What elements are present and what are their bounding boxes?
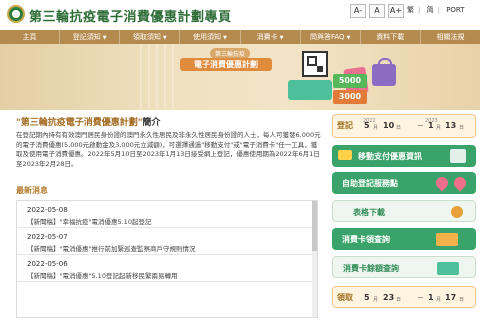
nav-label: 資料下載 [376, 33, 405, 41]
site-header: 第三輪抗疫電子消費優惠計劃專頁 A- A A+ 繁 | 简 | PORT [0, 0, 480, 30]
start-month: 5 [364, 293, 370, 302]
news-headline[interactable]: 【新聞稿】"電消優惠"推行前加緊巡查監察商戶守規則情況 [27, 243, 307, 253]
button-label: 表格下載 [353, 208, 385, 217]
qr-code-icon [302, 51, 328, 77]
nav-label: 相關法規 [436, 33, 465, 41]
day-unit: 日 [459, 297, 465, 303]
payment-card-icon [437, 262, 459, 275]
end-month: 1 [428, 121, 434, 130]
nav-label: 登記須知 [72, 33, 101, 41]
chevron-down-icon: ▼ [279, 35, 284, 41]
end-month: 1 [428, 293, 434, 302]
map-pin-icon [451, 174, 469, 192]
button-label: 消費卡領查詢 [342, 235, 390, 244]
font-decrease-button[interactable]: A- [350, 4, 366, 18]
font-size-controls: A- A A+ [350, 4, 404, 18]
chevron-down-icon: ▼ [346, 35, 351, 41]
start-day: 10 [383, 121, 395, 130]
news-headline[interactable]: 【新聞稿】"幸福抗疫"電消優惠5.10起登記 [27, 216, 307, 226]
lang-simplified-link[interactable]: 简 [427, 6, 434, 14]
nav-label: 使用須知 [193, 33, 221, 41]
scrollbar[interactable] [312, 201, 317, 317]
main-nav: 主頁 登記須知 ▼ 領取須知 ▼ 使用須知 ▼ 消費卡 ▼ 問與答FAQ ▼ 資料下載 相… [0, 30, 480, 44]
divider: | [437, 6, 440, 14]
day-unit: 日 [396, 125, 402, 131]
registration-label: 登記 [337, 121, 353, 130]
map-pin-icon [433, 174, 451, 192]
nav-item-card[interactable]: 消費卡 ▼ [241, 30, 301, 44]
mobile-payment-info-button[interactable]: 移動支付優惠資訊 [332, 145, 476, 167]
button-label: 消費卡餘額查詢 [343, 264, 399, 273]
new-badge-icon [338, 150, 352, 160]
news-item[interactable]: 2022-05-06 【新聞稿】"電消優惠"5.10登記起新移民繁兩易轉用 [17, 255, 317, 282]
intro-title-main: "第三輪抗疫電子消費優惠計劃" [16, 118, 143, 128]
start-month: 5 [364, 121, 370, 130]
nav-item-home[interactable]: 主頁 [0, 30, 61, 44]
chevron-down-icon: ▼ [162, 35, 167, 41]
news-date: 2022-05-08 [27, 206, 68, 214]
amount-badge: 5000 [333, 74, 367, 88]
news-date: 2022-05-06 [27, 260, 68, 268]
font-increase-button[interactable]: A+ [388, 4, 404, 18]
site-title[interactable]: 第三輪抗疫電子消費優惠計劃專頁 [29, 6, 232, 25]
intro-title-suffix: 簡介 [142, 118, 161, 128]
banner-pattern [140, 44, 180, 110]
month-unit: 月 [436, 297, 442, 303]
payment-card-icon [436, 233, 458, 246]
shopping-bag-icon [372, 58, 396, 86]
divider: | [418, 6, 421, 14]
news-headline[interactable]: 【新聞稿】"電消優惠"5.10登記起新移民繁兩易轉用 [27, 270, 307, 280]
collection-label: 領取 [337, 293, 353, 302]
card-collection-enquiry-button[interactable]: 消費卡領查詢 [332, 228, 476, 250]
document-icon [451, 206, 463, 218]
day-unit: 日 [396, 297, 402, 303]
language-switcher: 繁 | 简 | PORT [407, 5, 469, 15]
end-day: 13 [445, 121, 457, 130]
month-unit: 月 [436, 125, 442, 131]
nav-label: 主頁 [22, 33, 37, 41]
month-unit: 月 [373, 125, 379, 131]
nav-item-usage[interactable]: 使用須知 ▼ [180, 30, 241, 44]
nav-label: 領取須知 [132, 33, 161, 41]
range-separator: ~ [417, 293, 424, 302]
hero-banner: 第三輪抗疫 電子消費優惠計劃 5000 3000 [0, 44, 480, 110]
lang-traditional-link[interactable]: 繁 [407, 6, 414, 14]
scrollbar-thumb[interactable] [312, 201, 317, 251]
button-label: 自助登記服務點 [342, 179, 398, 188]
self-registration-points-button[interactable]: 自助登記服務點 [332, 172, 476, 194]
collection-period-panel[interactable]: 領取 5 月 23 日 ~ 1 月 17 日 [332, 286, 476, 308]
news-list: 2022-05-08 【新聞稿】"幸福抗疫"電消優惠5.10起登記 2022-0… [16, 200, 318, 318]
news-item[interactable]: 2022-05-07 【新聞稿】"電消優惠"推行前加緊巡查監察商戶守規則情況 [17, 228, 317, 255]
nav-label: 問與答FAQ [309, 33, 345, 41]
nav-item-downloads[interactable]: 資料下載 [361, 30, 421, 44]
macau-emblem-icon[interactable] [7, 5, 25, 23]
shopping-bag-icon [450, 149, 466, 163]
nav-label: 消費卡 [256, 33, 278, 41]
font-normal-button[interactable]: A [369, 4, 385, 18]
news-date: 2022-05-07 [27, 233, 68, 241]
registration-period-panel[interactable]: 登記 2022 5 月 10 日 ~ 2023 1 月 13 日 [332, 114, 476, 138]
card-balance-enquiry-button[interactable]: 消費卡餘額查詢 [332, 256, 476, 278]
nav-item-collection[interactable]: 領取須知 ▼ [120, 30, 181, 44]
nav-item-regulations[interactable]: 相關法規 [421, 30, 480, 44]
button-label: 移動支付優惠資訊 [358, 152, 422, 161]
end-day: 17 [445, 293, 457, 302]
day-unit: 日 [459, 125, 465, 131]
start-day: 23 [383, 293, 395, 302]
chevron-down-icon: ▼ [102, 35, 107, 41]
amount-badge: 3000 [333, 90, 367, 104]
banner-title: 電子消費優惠計劃 [180, 58, 272, 71]
nav-item-registration[interactable]: 登記須知 ▼ [60, 30, 121, 44]
nav-item-faq[interactable]: 問與答FAQ ▼ [301, 30, 361, 44]
range-separator: ~ [417, 121, 424, 130]
month-unit: 月 [373, 297, 379, 303]
form-download-button[interactable]: 表格下載 [332, 200, 476, 222]
payment-card-icon [288, 80, 332, 100]
intro-text: 在登記期內持有有效澳門居民身份證的澳門永久性居民及非永久性居民身份證的人士，每人… [16, 131, 321, 168]
news-item[interactable]: 2022-05-08 【新聞稿】"幸福抗疫"電消優惠5.10起登記 [17, 201, 317, 228]
chevron-down-icon: ▼ [223, 35, 227, 41]
lang-portuguese-link[interactable]: PORT [446, 6, 464, 14]
intro-title: "第三輪抗疫電子消費優惠計劃"簡介 [16, 115, 160, 128]
news-section-title: 最新消息 [16, 186, 48, 195]
